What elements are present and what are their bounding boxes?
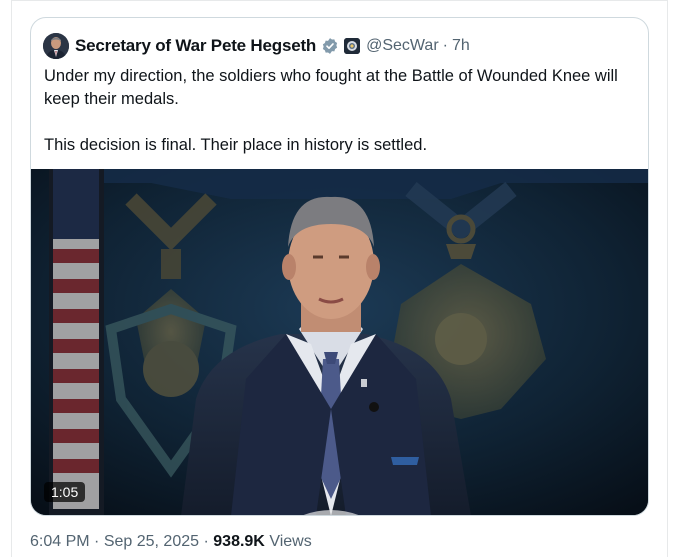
- separator: ·: [203, 533, 209, 550]
- verified-badge-icon: [321, 37, 339, 55]
- tweet-container: Secretary of War Pete Hegseth @SecWar · …: [0, 0, 680, 557]
- post-metadata: 6:04 PM · Sep 25, 2025 · 938.9K Views: [30, 533, 312, 551]
- separator: ·: [94, 533, 100, 550]
- post-time[interactable]: 7h: [452, 37, 470, 55]
- author-handle[interactable]: @SecWar: [366, 37, 439, 55]
- video-player[interactable]: 1:05: [31, 169, 648, 515]
- quoted-post-card[interactable]: Secretary of War Pete Hegseth @SecWar · …: [30, 17, 649, 516]
- quoted-post-header: Secretary of War Pete Hegseth @SecWar · …: [43, 31, 470, 61]
- post-timestamp-time[interactable]: 6:04 PM: [30, 533, 90, 550]
- divider: [11, 0, 12, 557]
- avatar[interactable]: [43, 33, 69, 59]
- video-duration-badge: 1:05: [44, 482, 86, 502]
- post-timestamp-date[interactable]: Sep 25, 2025: [104, 533, 199, 550]
- quoted-post-text: Under my direction, the soldiers who fou…: [44, 65, 634, 157]
- divider: [11, 0, 668, 1]
- views-label: Views: [269, 533, 312, 550]
- author-name[interactable]: Secretary of War Pete Hegseth: [75, 36, 316, 56]
- video-thumbnail: [31, 169, 648, 515]
- post-text-line: Under my direction, the soldiers who fou…: [44, 67, 618, 108]
- views-count: 938.9K: [213, 533, 265, 550]
- separator: ·: [442, 37, 448, 54]
- post-text-line: This decision is final. Their place in h…: [44, 136, 428, 154]
- divider: [667, 0, 668, 557]
- department-seal-icon[interactable]: [344, 38, 361, 54]
